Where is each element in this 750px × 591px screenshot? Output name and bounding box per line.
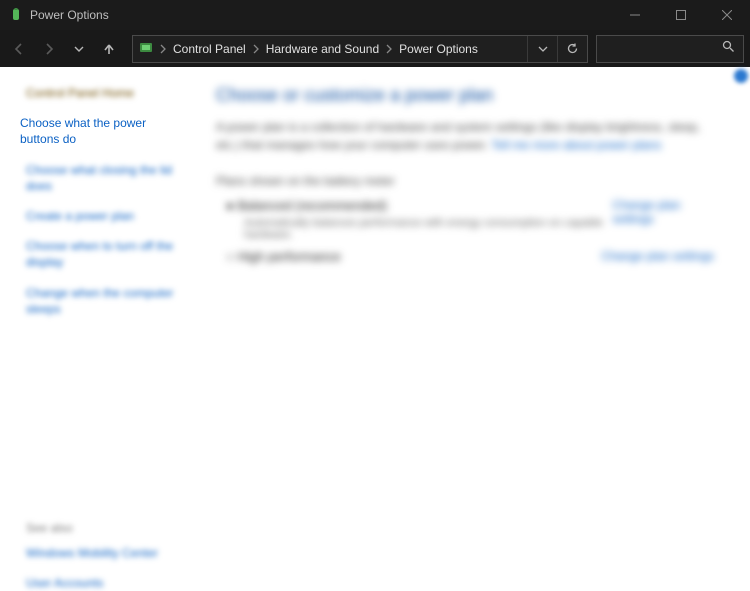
plan-highperf-change-link[interactable]: Change plan settings <box>601 249 714 263</box>
breadcrumb-hardware-sound[interactable]: Hardware and Sound <box>266 42 379 56</box>
section-label: Plans shown on the battery meter <box>216 174 724 188</box>
plan-balanced-change-link[interactable]: Change plan settings <box>612 198 714 226</box>
plan-balanced-row: ● Balanced (recommended) Automatically b… <box>226 198 714 241</box>
sidebar-choose-power-buttons[interactable]: Choose what the power buttons do <box>20 115 180 147</box>
sidebar-turn-off-display[interactable]: Choose when to turn off the display <box>26 238 180 270</box>
chevron-right-icon <box>159 44 167 54</box>
sidebar-closing-lid[interactable]: Choose what closing the lid does <box>26 162 180 194</box>
recent-locations-button[interactable] <box>66 36 92 62</box>
titlebar: Power Options <box>0 0 750 30</box>
window-title: Power Options <box>30 8 612 22</box>
sidebar-mobility-center[interactable]: Windows Mobility Center <box>26 545 180 561</box>
sidebar-see-also-heading: See also <box>26 521 180 535</box>
sidebar-control-panel-home[interactable]: Control Panel Home <box>26 85 180 101</box>
address-root-icon <box>139 40 153 57</box>
app-icon <box>8 7 24 23</box>
address-dropdown-button[interactable] <box>527 36 557 62</box>
desc-learn-more-link[interactable]: Tell me more about power plans <box>491 138 661 152</box>
forward-button[interactable] <box>36 36 62 62</box>
address-bar[interactable]: Control Panel Hardware and Sound Power O… <box>132 35 588 63</box>
search-icon <box>722 40 735 58</box>
sidebar: Control Panel Home Choose what the power… <box>0 67 198 566</box>
plan-balanced-radio[interactable]: ● Balanced (recommended) <box>226 198 612 213</box>
chevron-right-icon <box>385 44 393 54</box>
refresh-button[interactable] <box>557 36 587 62</box>
back-button[interactable] <box>6 36 32 62</box>
breadcrumb-control-panel[interactable]: Control Panel <box>173 42 246 56</box>
sidebar-user-accounts[interactable]: User Accounts <box>26 575 180 591</box>
breadcrumb-power-options[interactable]: Power Options <box>399 42 478 56</box>
plan-highperf-radio[interactable]: ○ High performance <box>226 249 341 264</box>
sidebar-create-power-plan[interactable]: Create a power plan <box>26 208 180 224</box>
main-description: A power plan is a collection of hardware… <box>216 118 724 154</box>
minimize-button[interactable] <box>612 0 658 30</box>
close-button[interactable] <box>704 0 750 30</box>
content: Control Panel Home Choose what the power… <box>0 67 750 566</box>
plan-balanced-sub: Automatically balances performance with … <box>244 217 612 241</box>
main-panel: Choose or customize a power plan A power… <box>198 67 750 566</box>
up-button[interactable] <box>96 36 122 62</box>
search-input[interactable] <box>596 35 744 63</box>
main-heading: Choose or customize a power plan <box>216 85 724 106</box>
nav-row: Control Panel Hardware and Sound Power O… <box>0 30 750 67</box>
sidebar-computer-sleeps[interactable]: Change when the computer sleeps <box>26 285 180 317</box>
chevron-right-icon <box>252 44 260 54</box>
window-controls <box>612 0 750 30</box>
help-icon[interactable] <box>734 69 748 83</box>
maximize-button[interactable] <box>658 0 704 30</box>
plan-highperf-row: ○ High performance Change plan settings <box>226 249 714 264</box>
